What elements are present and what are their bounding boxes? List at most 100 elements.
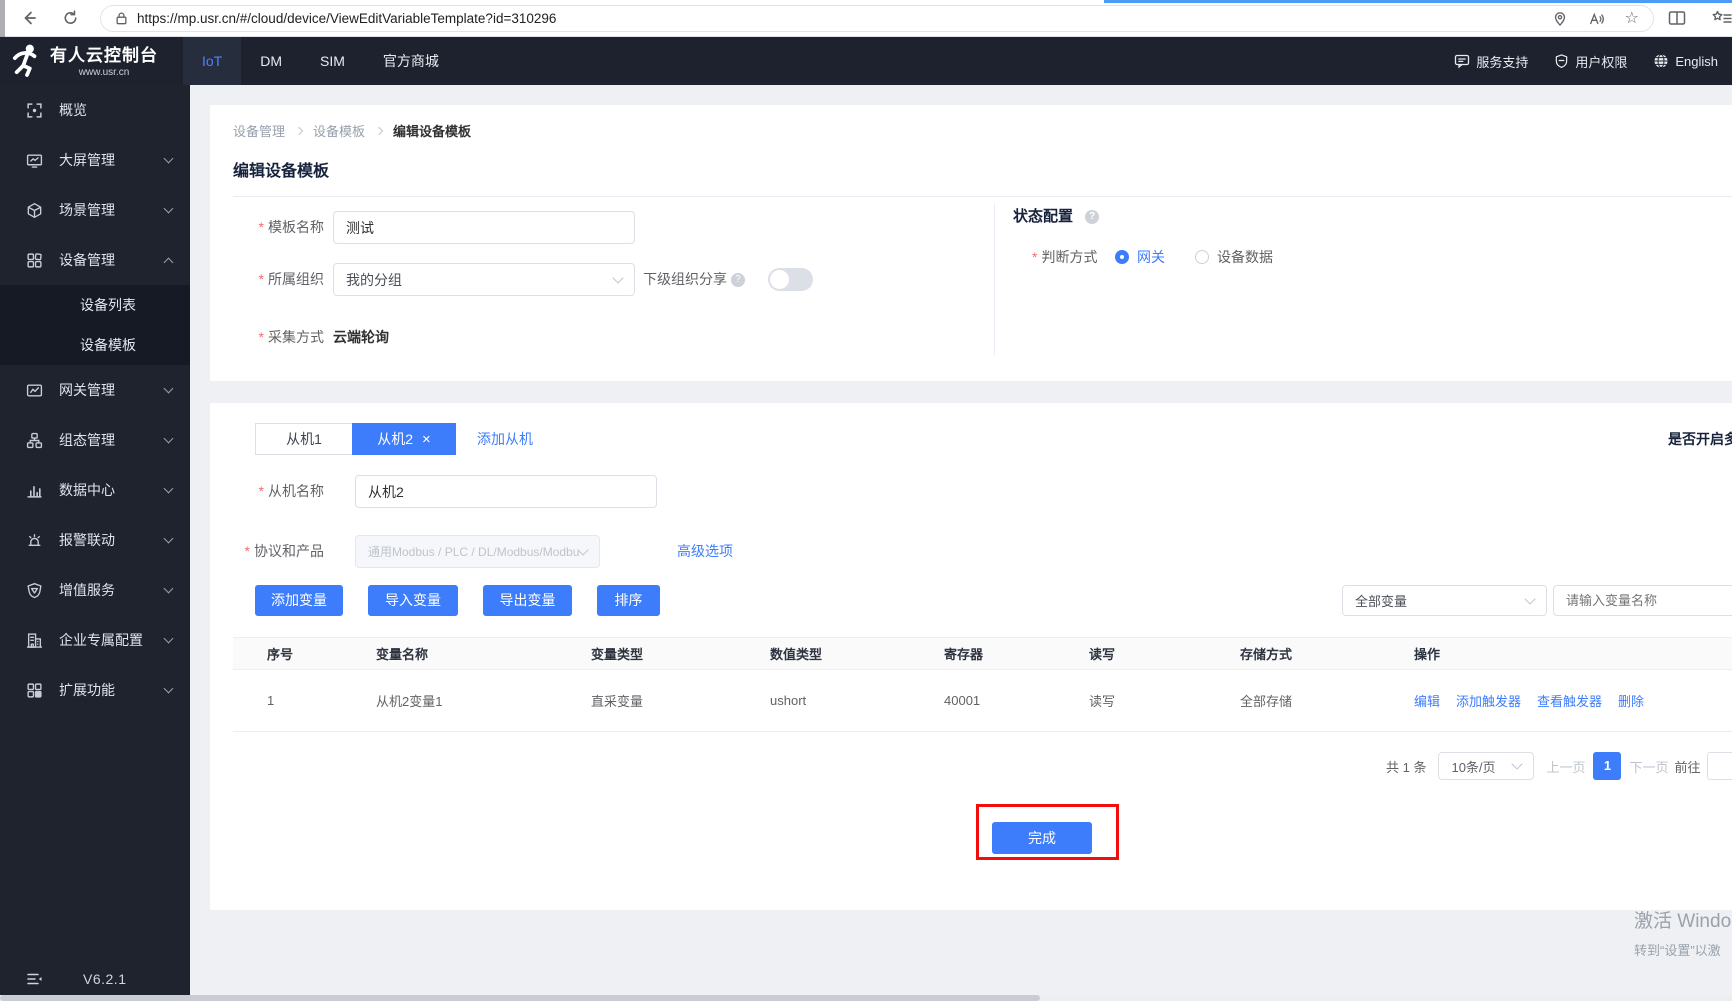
cell-name: 从机2变量1 — [376, 694, 443, 709]
read-aloud-icon[interactable] — [1588, 11, 1605, 27]
cell-var-type: 直采变量 — [591, 694, 644, 709]
top-right-links: 服务支持 用户权限 English — [1454, 37, 1718, 85]
slave-name-input[interactable] — [355, 475, 657, 508]
brand-logo[interactable]: 有人云控制台 www.usr.cn — [12, 41, 158, 78]
browser-back-button[interactable] — [20, 9, 38, 27]
chevron-down-icon — [163, 533, 174, 543]
collect-method-value: 云端轮询 — [333, 329, 389, 345]
chevron-down-icon — [612, 271, 624, 284]
horizontal-scrollbar — [0, 995, 1732, 1001]
tab-slave1[interactable]: 从机1 — [255, 423, 353, 455]
sidebar-item-value-added[interactable]: 增值服务 — [0, 565, 190, 615]
sort-button[interactable]: 排序 — [597, 585, 660, 616]
add-trigger-link[interactable]: 添加触发器 — [1456, 691, 1521, 710]
share-toggle[interactable] — [768, 268, 813, 291]
radio-device-data[interactable]: 设备数据 — [1195, 247, 1273, 267]
sidebar-item-device-list[interactable]: 设备列表 — [0, 285, 190, 325]
bookmark-star-icon[interactable]: ☆ — [1625, 10, 1639, 27]
radio-gateway[interactable]: 网关 — [1115, 247, 1165, 267]
url-text[interactable]: https://mp.usr.cn/#/cloud/device/ViewEdi… — [137, 11, 1552, 26]
top-menu-mall[interactable]: 官方商城 — [364, 37, 458, 85]
sidebar-item-configuration[interactable]: 组态管理 — [0, 415, 190, 465]
judge-method-label: 判断方式 — [1032, 247, 1097, 267]
template-name-input[interactable] — [333, 211, 635, 244]
page-size-select[interactable]: 10条/页 — [1438, 752, 1535, 780]
top-menu-iot[interactable]: IoT — [183, 37, 242, 85]
organization-select[interactable]: 我的分组 — [333, 263, 635, 296]
chevron-down-icon — [163, 153, 174, 163]
sidebar-item-overview[interactable]: 概览 — [0, 85, 190, 135]
add-slave-link[interactable]: 添加从机 — [477, 423, 533, 455]
sidebar-item-alarm[interactable]: 报警联动 — [0, 515, 190, 565]
sidebar-item-extensions[interactable]: 扩展功能 — [0, 665, 190, 715]
location-pin-icon[interactable] — [1552, 11, 1568, 27]
sidebar-item-device[interactable]: 设备管理 — [0, 235, 190, 285]
top-menu: IoT DM SIM 官方商城 — [183, 37, 458, 85]
browser-refresh-button[interactable] — [62, 10, 79, 27]
horizontal-scrollbar-thumb[interactable] — [0, 995, 1040, 1001]
collapse-sidebar-icon[interactable] — [26, 971, 43, 987]
browser-url-bar[interactable]: https://mp.usr.cn/#/cloud/device/ViewEdi… — [100, 5, 1654, 32]
support-link[interactable]: 服务支持 — [1454, 52, 1528, 71]
extensions-grid-icon — [27, 682, 42, 698]
device-submenu: 设备列表 设备模板 — [0, 285, 190, 365]
finish-button[interactable]: 完成 — [992, 822, 1092, 854]
add-variable-button[interactable]: 添加变量 — [255, 585, 343, 616]
template-info-card: 设备管理 设备模板 编辑设备模板 编辑设备模板 模板名称 所属组织 我的分组 下… — [210, 105, 1732, 381]
favorites-bar-icon[interactable] — [1712, 10, 1732, 26]
delete-link[interactable]: 删除 — [1618, 691, 1644, 710]
chevron-down-icon — [163, 683, 174, 693]
export-variable-button[interactable]: 导出变量 — [483, 585, 572, 616]
globe-icon — [1653, 53, 1669, 69]
sidebar-item-device-template[interactable]: 设备模板 — [0, 325, 190, 365]
overview-icon — [27, 102, 42, 118]
sidebar-item-datacenter[interactable]: 数据中心 — [0, 465, 190, 515]
next-page-button[interactable]: 下一页 — [1629, 757, 1668, 776]
split-screen-icon[interactable] — [1668, 10, 1686, 26]
import-variable-button[interactable]: 导入变量 — [368, 585, 458, 616]
breadcrumb-separator-icon — [374, 126, 384, 135]
sidebar-item-gateway[interactable]: 网关管理 — [0, 365, 190, 415]
protocol-select[interactable]: 通用Modbus / PLC / DL/Modbus/Modbus R1 — [355, 535, 600, 568]
lock-icon — [115, 11, 128, 26]
help-icon[interactable] — [1085, 210, 1100, 225]
activate-windows-watermark: 激活 Windo 转到“设置”以激 — [1634, 911, 1732, 958]
top-menu-sim[interactable]: SIM — [301, 37, 364, 85]
goto-page-input[interactable] — [1706, 752, 1732, 780]
top-menu-dm[interactable]: DM — [241, 37, 301, 85]
scene-cube-icon — [27, 202, 42, 218]
advanced-options-link[interactable]: 高级选项 — [677, 535, 733, 568]
permissions-link[interactable]: 用户权限 — [1554, 52, 1627, 71]
radio-selected-icon — [1115, 250, 1129, 264]
edit-link[interactable]: 编辑 — [1414, 691, 1440, 710]
prev-page-button[interactable]: 上一页 — [1546, 757, 1585, 776]
help-icon[interactable] — [730, 273, 745, 288]
org-chart-icon — [26, 432, 43, 448]
cell-register: 40001 — [944, 693, 981, 708]
variable-filter-select[interactable]: 全部变量 — [1342, 585, 1547, 616]
sidebar-item-enterprise[interactable]: 企业专属配置 — [0, 615, 190, 665]
close-icon[interactable] — [413, 431, 431, 447]
template-name-label: 模板名称 — [220, 211, 324, 244]
table-row: 1 从机2变量1 直采变量 ushort 40001 读写 全部存储 编辑 添加… — [233, 670, 1732, 732]
status-config-title: 状态配置 — [1013, 205, 1100, 226]
col-header-var-type: 变量类型 — [591, 647, 644, 662]
cell-data-type: ushort — [770, 693, 807, 708]
language-link[interactable]: English — [1653, 53, 1718, 69]
chevron-down-icon — [163, 633, 174, 643]
browser-toolbar: https://mp.usr.cn/#/cloud/device/ViewEdi… — [0, 0, 1732, 37]
bigscreen-icon — [26, 153, 43, 168]
breadcrumb: 设备管理 设备模板 编辑设备模板 — [233, 121, 471, 140]
variable-search-input[interactable] — [1553, 585, 1732, 616]
current-page-button[interactable]: 1 — [1593, 752, 1622, 780]
tab-slave2[interactable]: 从机2 — [352, 423, 456, 455]
sidebar-item-scene[interactable]: 场景管理 — [0, 185, 190, 235]
organization-label: 所属组织 — [220, 263, 324, 296]
chevron-down-icon — [577, 543, 589, 556]
sidebar-item-bigscreen[interactable]: 大屏管理 — [0, 135, 190, 185]
breadcrumb-current: 编辑设备模板 — [393, 124, 472, 139]
breadcrumb-device-management[interactable]: 设备管理 — [233, 121, 285, 140]
view-trigger-link[interactable]: 查看触发器 — [1537, 691, 1602, 710]
breadcrumb-device-template[interactable]: 设备模板 — [313, 121, 365, 140]
variable-table: 序号 变量名称 变量类型 数值类型 寄存器 读写 存储方式 操作 1 从机2变量… — [233, 637, 1732, 732]
